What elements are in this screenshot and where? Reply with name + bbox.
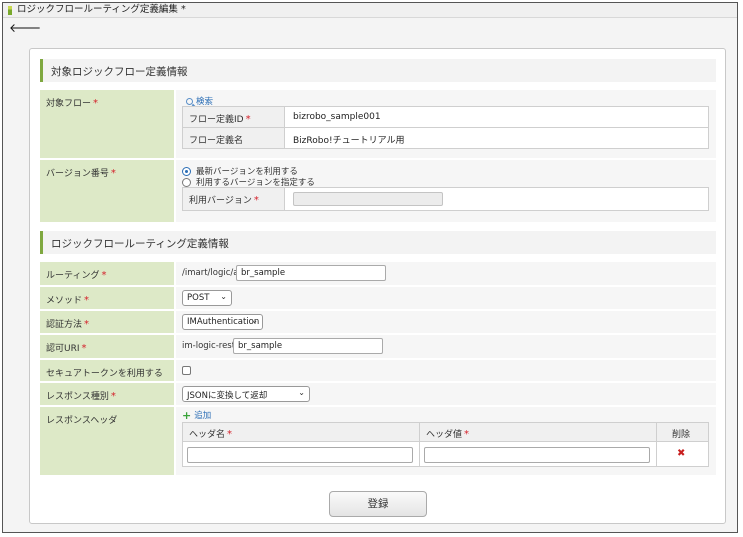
add-header-link[interactable]: + 追加	[182, 409, 211, 422]
window-title: ロジックフロールーティング定義編集 *	[17, 4, 186, 15]
secure-token-field	[176, 360, 716, 381]
radio-button[interactable]	[182, 177, 191, 187]
routing-input[interactable]	[236, 265, 386, 281]
delete-column: 削除	[656, 422, 709, 442]
register-button[interactable]: 登録	[329, 491, 427, 517]
method-field: POST ⌄	[176, 287, 716, 309]
use-version-input[interactable]	[293, 192, 443, 206]
target-flow-field: 検索 フロー定義ID * bizrobo_sample001 フロー定義名 Biz…	[176, 90, 716, 158]
required-marker: *	[93, 98, 99, 109]
version-field: 最新バージョンを利用する 利用するバージョンを指定する 利用バージョン *	[176, 160, 716, 222]
flow-id-value: bizrobo_sample001	[284, 106, 709, 128]
target-flow-label: 対象フロー *	[40, 90, 174, 158]
plus-icon: +	[182, 409, 192, 422]
auth-uri-label: 認可URI *	[40, 335, 174, 358]
section-title: 対象ロジックフロー定義情報	[51, 66, 188, 78]
radio-button-selected[interactable]	[182, 166, 191, 176]
routing-field: /imart/logic/api/	[176, 262, 716, 285]
section-header-target-flow: 対象ロジックフロー定義情報	[40, 59, 716, 82]
method-select[interactable]: POST ⌄	[182, 290, 232, 306]
header-name-column: ヘッダ名 *	[182, 422, 420, 442]
auth-method-label: 認証方法 *	[40, 311, 174, 333]
flow-id-label: フロー定義ID *	[182, 106, 285, 128]
header-name-input[interactable]	[187, 447, 413, 463]
secure-token-label: セキュアトークンを利用する	[40, 360, 174, 381]
form-panel: 対象ロジックフロー定義情報 対象フロー * 検索 フロー定義ID * bizrobo…	[29, 48, 726, 524]
header-value-column: ヘッダ値 *	[419, 422, 657, 442]
title-bar: ロジックフロールーティング定義編集 *	[3, 3, 737, 18]
version-label: バージョン番号 *	[40, 160, 174, 222]
response-header-field: + 追加 ヘッダ名 * ヘッダ値 * 削除 ✖	[176, 407, 716, 475]
section-header-routing: ロジックフロールーティング定義情報	[40, 231, 716, 254]
use-version-label: 利用バージョン *	[182, 187, 285, 211]
flow-name-label: フロー定義名	[182, 127, 285, 149]
required-marker: *	[110, 168, 116, 179]
secure-token-checkbox[interactable]	[182, 366, 191, 375]
method-label: メソッド *	[40, 287, 174, 309]
chevron-down-icon: ⌄	[251, 316, 258, 325]
auth-method-field: IMAuthentication ⌄	[176, 311, 716, 333]
app-logo-icon	[8, 6, 12, 15]
routing-label: ルーティング *	[40, 262, 174, 285]
auth-uri-input[interactable]	[233, 338, 383, 354]
delete-icon[interactable]: ✖	[677, 448, 685, 459]
header-value-input[interactable]	[424, 447, 650, 463]
app-window: ロジックフロールーティング定義編集 * 🡐 対象ロジックフロー定義情報 対象フロ…	[2, 2, 738, 533]
auth-uri-field: im-logic-rest://	[176, 335, 716, 358]
response-type-label: レスポンス種別 *	[40, 383, 174, 405]
chevron-down-icon: ⌄	[298, 388, 305, 397]
search-icon	[186, 98, 193, 105]
chevron-down-icon: ⌄	[220, 292, 227, 301]
back-arrow-icon[interactable]: 🡐	[9, 22, 41, 34]
auth-method-select[interactable]: IMAuthentication ⌄	[182, 314, 263, 330]
response-type-field: JSONに変換して返却 ⌄	[176, 383, 716, 405]
flow-name-value: BizRobo!チュートリアル用	[284, 127, 709, 149]
section-title: ロジックフロールーティング定義情報	[51, 238, 229, 250]
response-header-label: レスポンスヘッダ	[40, 407, 174, 475]
response-type-select[interactable]: JSONに変換して返却 ⌄	[182, 386, 310, 402]
